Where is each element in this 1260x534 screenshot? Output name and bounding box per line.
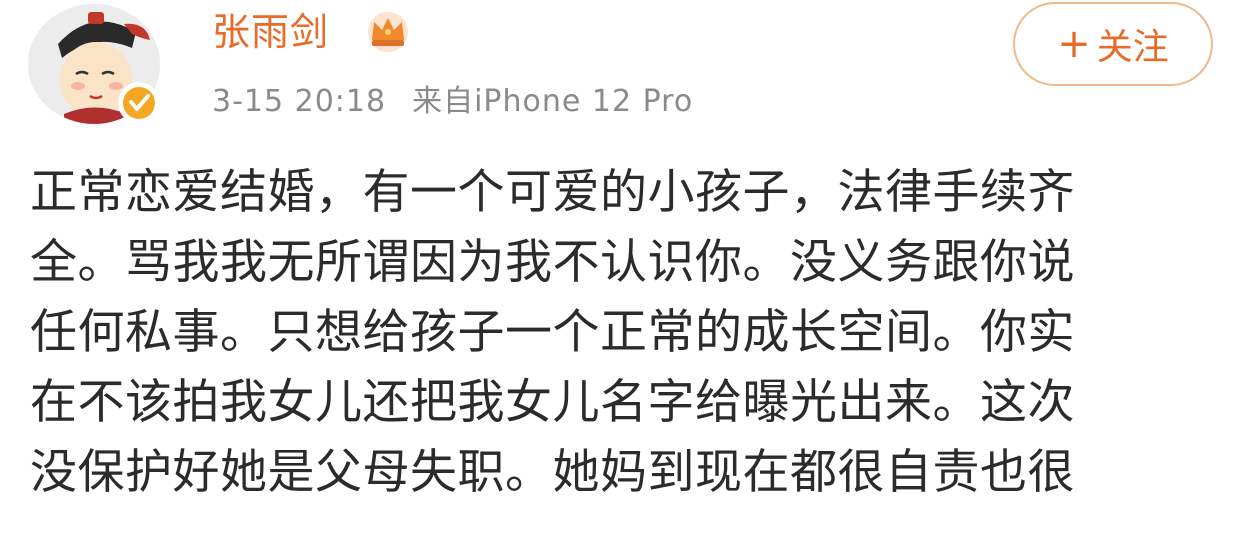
post-source: 来自iPhone 12 Pro [412,84,694,119]
post-meta: 3-15 20:18 来自iPhone 12 Pro [212,80,693,124]
post-text-line: 全。骂我我无所谓因为我不认识你。没义务跟你说 [30,235,1075,290]
post-text-line: 没保护好她是父母失职。她妈到现在都很自责也很 [30,445,1075,500]
plus-icon: + [1057,21,1091,67]
post-text-line: 在不该拍我女儿还把我女儿名字给曝光出来。这次 [30,375,1075,430]
username[interactable]: 张雨剑 [212,6,329,58]
verified-badge [118,82,160,124]
post-text-line: 任何私事。只想给孩子一个正常的成长空间。你实 [30,305,1075,360]
verified-badge-icon [123,87,155,119]
vip-crown [362,10,414,54]
post-content: 正常恋爱结婚，有一个可爱的小孩子，法律手续齐 全。骂我我无所谓因为我不认识你。没… [30,158,1210,508]
post-timestamp: 3-15 20:18 [212,84,387,119]
weibo-post: 张雨剑 3-15 20:18 来自iPhone 12 Pro + 关注 正常恋爱结… [0,0,1260,534]
post-text-line: 正常恋爱结婚，有一个可爱的小孩子，法律手续齐 [30,165,1075,220]
follow-button[interactable]: + 关注 [1013,2,1213,86]
crown-icon [368,12,408,52]
follow-button-label: 关注 [1096,27,1169,68]
